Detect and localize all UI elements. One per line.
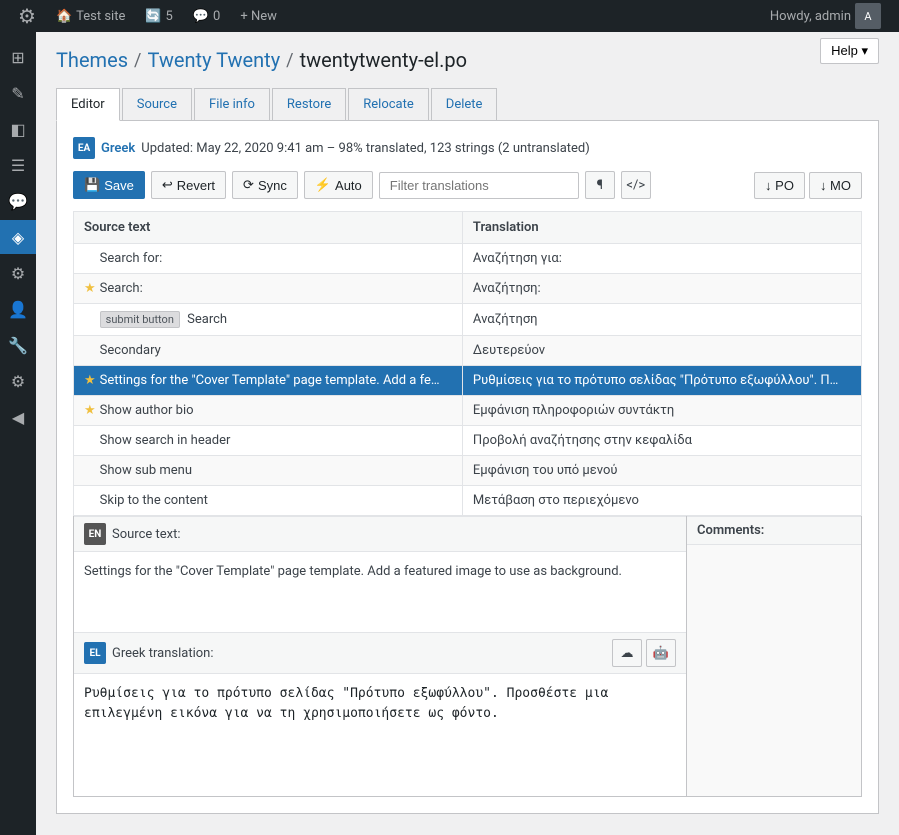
breadcrumb-themes-link[interactable]: Themes <box>56 48 128 72</box>
star-icon[interactable]: ★ <box>84 373 96 388</box>
comments-panel: Comments: <box>686 516 861 796</box>
menu-tools[interactable]: 🔧 <box>0 328 36 362</box>
tab-editor[interactable]: Editor <box>56 88 120 121</box>
breadcrumb-sep1: / <box>134 50 141 71</box>
translation-lang-badge: EL <box>84 642 106 664</box>
status-text: Updated: May 22, 2020 9:41 am – 98% tran… <box>141 141 590 156</box>
star-icon[interactable]: ★ <box>84 312 96 327</box>
tab-restore[interactable]: Restore <box>272 88 346 120</box>
editor-main: EN Source text: Settings for the "Cover … <box>74 516 686 796</box>
source-panel-body: Settings for the "Cover Template" page t… <box>74 552 686 632</box>
main-content: Help ▾ Themes / Twenty Twenty / twentytw… <box>36 32 899 835</box>
submit-badge: submit button <box>100 311 180 328</box>
source-panel-header: EN Source text: <box>74 516 686 552</box>
content-area: EA Greek Updated: May 22, 2020 9:41 am –… <box>56 121 879 814</box>
adminbar-site-name[interactable]: 🏠 Test site <box>46 0 135 32</box>
pilcrow-button[interactable]: ¶ <box>585 171 615 199</box>
menu-dashboard[interactable]: ⊞ <box>0 40 36 74</box>
tab-source[interactable]: Source <box>122 88 192 120</box>
table-row[interactable]: ★Settings for the "Cover Template" page … <box>74 366 862 396</box>
breadcrumb-filename: twentytwenty-el.po <box>300 48 467 72</box>
star-icon[interactable]: ★ <box>84 463 96 478</box>
site-icon: 🏠 <box>56 9 72 24</box>
star-icon[interactable]: ★ <box>84 403 96 418</box>
menu-comments[interactable]: 💬 <box>0 184 36 218</box>
table-row[interactable]: ★Search for:Αναζήτηση για: <box>74 244 862 274</box>
po-download-button[interactable]: ↓ PO <box>754 172 805 199</box>
nav-tabs: Editor Source File info Restore Relocate… <box>56 88 879 121</box>
adminbar-howdy[interactable]: Howdy, admin A <box>760 0 891 32</box>
code-button[interactable]: </> <box>621 171 651 199</box>
breadcrumb-twentytwenty-link[interactable]: Twenty Twenty <box>147 48 280 72</box>
star-icon[interactable]: ★ <box>84 493 96 508</box>
table-row[interactable]: ★Skip to the contentΜετάβαση στο περιεχό… <box>74 486 862 516</box>
comments-header: Comments: <box>687 516 861 545</box>
menu-plugins[interactable]: ⚙ <box>0 256 36 290</box>
toolbar: 💾 Save ↩ Revert ⟳ Sync ⚡ Auto ¶ </> <box>73 171 862 199</box>
col-translation-header: Translation <box>462 212 861 244</box>
help-button[interactable]: Help ▾ <box>820 38 879 64</box>
avatar: A <box>855 3 881 29</box>
upload-button[interactable]: ☁ <box>612 639 642 667</box>
adminbar-updates[interactable]: 🔄 5 <box>135 0 183 32</box>
status-bar: EA Greek Updated: May 22, 2020 9:41 am –… <box>73 137 862 159</box>
sync-icon: ⟳ <box>243 177 254 193</box>
menu-pages[interactable]: ☰ <box>0 148 36 182</box>
breadcrumb-sep2: / <box>286 50 293 71</box>
toolbar-right: ↓ PO ↓ MO <box>754 172 862 199</box>
translation-textarea[interactable]: Ρυθμίσεις για το πρότυπο σελίδας "Πρότυπ… <box>74 674 686 792</box>
menu-media[interactable]: ◧ <box>0 112 36 146</box>
star-icon[interactable]: ★ <box>84 433 96 448</box>
translation-panel-label: Greek translation: <box>112 646 214 661</box>
save-button[interactable]: 💾 Save <box>73 171 145 199</box>
table-row[interactable]: ★SecondaryΔευτερεύον <box>74 336 862 366</box>
breadcrumb: Themes / Twenty Twenty / twentytwenty-el… <box>56 48 879 72</box>
sync-button[interactable]: ⟳ Sync <box>232 171 298 199</box>
translation-panel-header: EL Greek translation: ☁ 🤖 <box>74 632 686 674</box>
menu-appearance[interactable]: ◈ <box>0 220 36 254</box>
save-icon: 💾 <box>84 177 100 193</box>
tab-file-info[interactable]: File info <box>194 88 270 120</box>
source-panel-label: Source text: <box>112 527 181 542</box>
tab-delete[interactable]: Delete <box>431 88 498 120</box>
filter-input[interactable] <box>379 172 579 199</box>
editor-panels: EN Source text: Settings for the "Cover … <box>73 516 862 797</box>
col-source-header: Source text <box>74 212 463 244</box>
adminbar-new[interactable]: + New <box>230 0 287 32</box>
source-lang-badge: EN <box>84 523 106 545</box>
table-row[interactable]: ★Show sub menuΕμφάνιση του υπό μενού <box>74 456 862 486</box>
menu-collapse[interactable]: ◀ <box>0 400 36 434</box>
star-icon[interactable]: ★ <box>84 281 96 296</box>
menu-settings[interactable]: ⚙ <box>0 364 36 398</box>
star-icon[interactable]: ★ <box>84 343 96 358</box>
star-icon[interactable]: ★ <box>84 251 96 266</box>
robot-button[interactable]: 🤖 <box>646 639 676 667</box>
revert-button[interactable]: ↩ Revert <box>151 171 226 199</box>
layout: ⊞ ✎ ◧ ☰ 💬 ◈ ⚙ 👤 🔧 ⚙ ◀ Help ▾ Themes / Tw… <box>0 32 899 835</box>
tab-relocate[interactable]: Relocate <box>348 88 429 120</box>
table-row[interactable]: ★submit button SearchΑναζήτηση <box>74 304 862 336</box>
source-text-content: Settings for the "Cover Template" page t… <box>84 564 622 579</box>
updates-icon: 🔄 <box>145 9 161 24</box>
adminbar-right: Howdy, admin A <box>760 0 891 32</box>
table-row[interactable]: ★Show author bioΕμφάνιση πληροφοριών συν… <box>74 396 862 426</box>
translation-table: Source text Translation ★Search for:Αναζ… <box>73 211 862 516</box>
adminbar-comments[interactable]: 💬 0 <box>183 0 231 32</box>
table-row[interactable]: ★Search:Αναζήτηση: <box>74 274 862 304</box>
menu-users[interactable]: 👤 <box>0 292 36 326</box>
panel-actions: ☁ 🤖 <box>612 639 676 667</box>
auto-button[interactable]: ⚡ Auto <box>304 171 373 199</box>
lang-badge: EA <box>73 137 95 159</box>
table-row[interactable]: ★Show search in headerΠροβολή αναζήτησης… <box>74 426 862 456</box>
comments-icon: 💬 <box>193 9 209 24</box>
menu-posts[interactable]: ✎ <box>0 76 36 110</box>
wp-logo[interactable]: ⚙ <box>8 4 46 28</box>
auto-icon: ⚡ <box>315 177 331 193</box>
admin-bar: ⚙ 🏠 Test site 🔄 5 💬 0 + New Howdy, admin… <box>0 0 899 32</box>
admin-menu: ⊞ ✎ ◧ ☰ 💬 ◈ ⚙ 👤 🔧 ⚙ ◀ <box>0 32 36 835</box>
revert-icon: ↩ <box>162 177 173 193</box>
mo-download-button[interactable]: ↓ MO <box>809 172 862 199</box>
lang-name: Greek <box>101 141 135 156</box>
